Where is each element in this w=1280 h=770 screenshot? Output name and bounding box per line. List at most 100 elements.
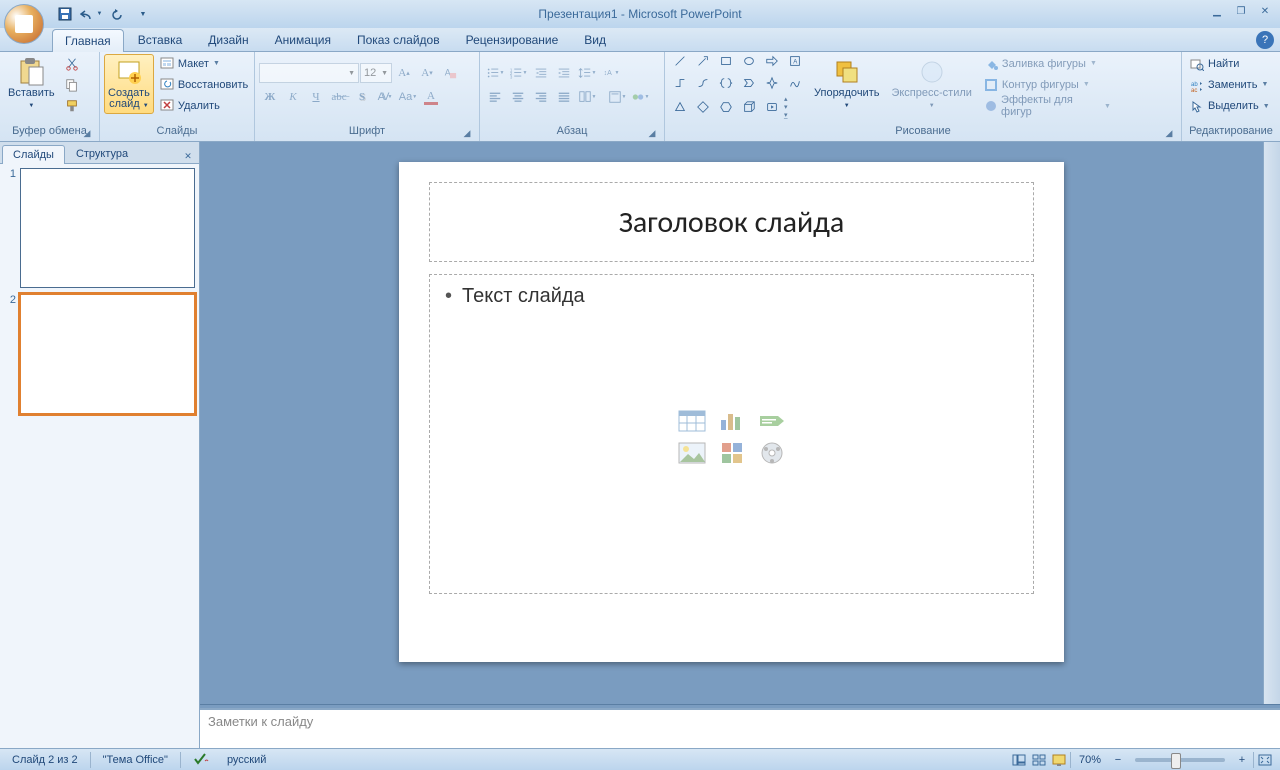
delete-slide-button[interactable]: Удалить <box>156 97 252 116</box>
maximize-button[interactable]: ❐ <box>1230 4 1252 18</box>
shapes-gallery[interactable]: A ▴ ▾ <box>669 54 806 116</box>
layout-button[interactable]: Макет▼ <box>156 54 252 73</box>
change-case-button[interactable]: Aa▼ <box>397 87 419 107</box>
shape-textbox-icon[interactable]: A <box>784 51 806 71</box>
status-spellcheck[interactable] <box>187 751 215 768</box>
format-painter-button[interactable] <box>61 97 83 116</box>
qat-undo[interactable]: ▼ <box>79 3 103 25</box>
shape-line-icon[interactable] <box>669 51 691 71</box>
tab-animation[interactable]: Анимация <box>263 29 343 51</box>
smartart-button[interactable]: ▼ <box>629 87 651 107</box>
tab-review[interactable]: Рецензирование <box>454 29 571 51</box>
view-normal-icon[interactable] <box>1010 752 1028 768</box>
shape-triangle-icon[interactable] <box>669 97 691 117</box>
zoom-slider[interactable] <box>1135 758 1225 762</box>
align-center-button[interactable] <box>507 87 529 107</box>
clipboard-launcher[interactable]: ◢ <box>81 128 93 140</box>
insert-smartart-icon[interactable] <box>755 408 789 434</box>
new-slide-button[interactable]: Создать слайд ▼ <box>104 54 154 114</box>
shape-arrow-icon[interactable] <box>692 51 714 71</box>
gallery-more-icon[interactable]: ▾̲ <box>784 111 788 119</box>
shape-oval-icon[interactable] <box>738 51 760 71</box>
status-zoom-percent[interactable]: 70% <box>1073 754 1107 766</box>
shape-rect-icon[interactable] <box>715 51 737 71</box>
italic-button[interactable]: К <box>282 87 304 107</box>
shape-blockarrow-icon[interactable] <box>761 51 783 71</box>
copy-button[interactable] <box>61 75 83 94</box>
slide-thumbnail-2[interactable] <box>20 294 195 414</box>
outline-tab[interactable]: Структура <box>65 144 139 163</box>
tab-slideshow[interactable]: Показ слайдов <box>345 29 452 51</box>
slide-thumbnail-1[interactable] <box>20 168 195 288</box>
qat-redo[interactable] <box>105 3 129 25</box>
bullets-button[interactable]: ▼ <box>484 63 506 83</box>
font-size-combo[interactable]: 12▼ <box>360 63 392 83</box>
shape-star4-icon[interactable] <box>761 73 783 93</box>
shape-connector-icon[interactable] <box>669 73 691 93</box>
insert-chart-icon[interactable] <box>715 408 749 434</box>
reset-button[interactable]: Восстановить <box>156 75 252 94</box>
title-placeholder[interactable]: Заголовок слайда <box>429 182 1034 262</box>
shape-effects-button[interactable]: Эффекты для фигур▼ <box>980 96 1115 116</box>
shape-diamond-icon[interactable] <box>692 97 714 117</box>
notes-pane[interactable]: Заметки к слайду <box>200 708 1280 748</box>
text-direction-button[interactable]: ↕A▼ <box>599 63 621 83</box>
shape-cube-icon[interactable] <box>738 97 760 117</box>
shape-actionbutton-icon[interactable] <box>761 97 783 117</box>
insert-picture-icon[interactable] <box>675 440 709 466</box>
font-launcher[interactable]: ◢ <box>461 128 473 140</box>
status-slide-count[interactable]: Слайд 2 из 2 <box>6 754 84 766</box>
font-name-combo[interactable]: ▼ <box>259 63 359 83</box>
insert-media-icon[interactable] <box>755 440 789 466</box>
shape-outline-button[interactable]: Контур фигуры▼ <box>980 75 1115 94</box>
view-slideshow-icon[interactable] <box>1050 752 1068 768</box>
clear-formatting-button[interactable]: A <box>439 63 461 83</box>
replace-button[interactable]: abacЗаменить▼ <box>1186 75 1276 94</box>
gallery-down-icon[interactable]: ▾ <box>784 103 788 111</box>
paste-button[interactable]: Вставить▼ <box>4 54 59 114</box>
slide-canvas[interactable]: Заголовок слайда Текст слайда <box>200 142 1263 704</box>
minimize-button[interactable]: ▁ <box>1206 4 1228 18</box>
zoom-in-icon[interactable]: + <box>1233 752 1251 768</box>
help-icon[interactable]: ? <box>1256 31 1274 49</box>
qat-customize[interactable]: ▼ <box>131 3 155 25</box>
tab-design[interactable]: Дизайн <box>196 29 260 51</box>
close-button[interactable]: ✕ <box>1254 4 1276 18</box>
body-placeholder[interactable]: Текст слайда <box>429 274 1034 594</box>
bold-button[interactable]: Ж <box>259 87 281 107</box>
align-left-button[interactable] <box>484 87 506 107</box>
strikethrough-button[interactable]: a̶b̶c̶ <box>328 87 350 107</box>
increase-indent-button[interactable] <box>553 63 575 83</box>
shape-curlybrace-icon[interactable] <box>715 73 737 93</box>
thumbnails-list[interactable]: 1 2 <box>0 164 199 748</box>
zoom-out-icon[interactable]: − <box>1109 752 1127 768</box>
shape-curvedconnector-icon[interactable] <box>692 73 714 93</box>
arrange-button[interactable]: Упорядочить▼ <box>810 54 883 114</box>
shrink-font-button[interactable]: A▾ <box>416 63 438 83</box>
insert-table-icon[interactable] <box>675 408 709 434</box>
fit-to-window-icon[interactable] <box>1256 752 1274 768</box>
slide[interactable]: Заголовок слайда Текст слайда <box>399 162 1064 662</box>
grow-font-button[interactable]: A▴ <box>393 63 415 83</box>
insert-clipart-icon[interactable] <box>715 440 749 466</box>
tab-home[interactable]: Главная <box>52 29 124 52</box>
vertical-scrollbar[interactable] <box>1263 142 1280 704</box>
decrease-indent-button[interactable] <box>530 63 552 83</box>
shape-chevron-icon[interactable] <box>738 73 760 93</box>
paragraph-launcher[interactable]: ◢ <box>646 128 658 140</box>
columns-button[interactable]: ▼ <box>576 87 598 107</box>
quick-styles-button[interactable]: Экспресс-стили▼ <box>887 54 975 114</box>
tab-view[interactable]: Вид <box>572 29 618 51</box>
gallery-up-icon[interactable]: ▴ <box>784 95 788 103</box>
drawing-launcher[interactable]: ◢ <box>1163 128 1175 140</box>
numbering-button[interactable]: 123▼ <box>507 63 529 83</box>
status-theme[interactable]: "Тема Office" <box>97 754 174 766</box>
font-color-button[interactable]: A <box>420 87 442 107</box>
find-button[interactable]: Найти <box>1186 54 1276 73</box>
shadow-button[interactable]: S <box>351 87 373 107</box>
align-text-button[interactable]: ▼ <box>606 87 628 107</box>
line-spacing-button[interactable]: ▼ <box>576 63 598 83</box>
qat-save[interactable] <box>53 3 77 25</box>
shape-scribble-icon[interactable] <box>784 73 806 93</box>
justify-button[interactable] <box>553 87 575 107</box>
